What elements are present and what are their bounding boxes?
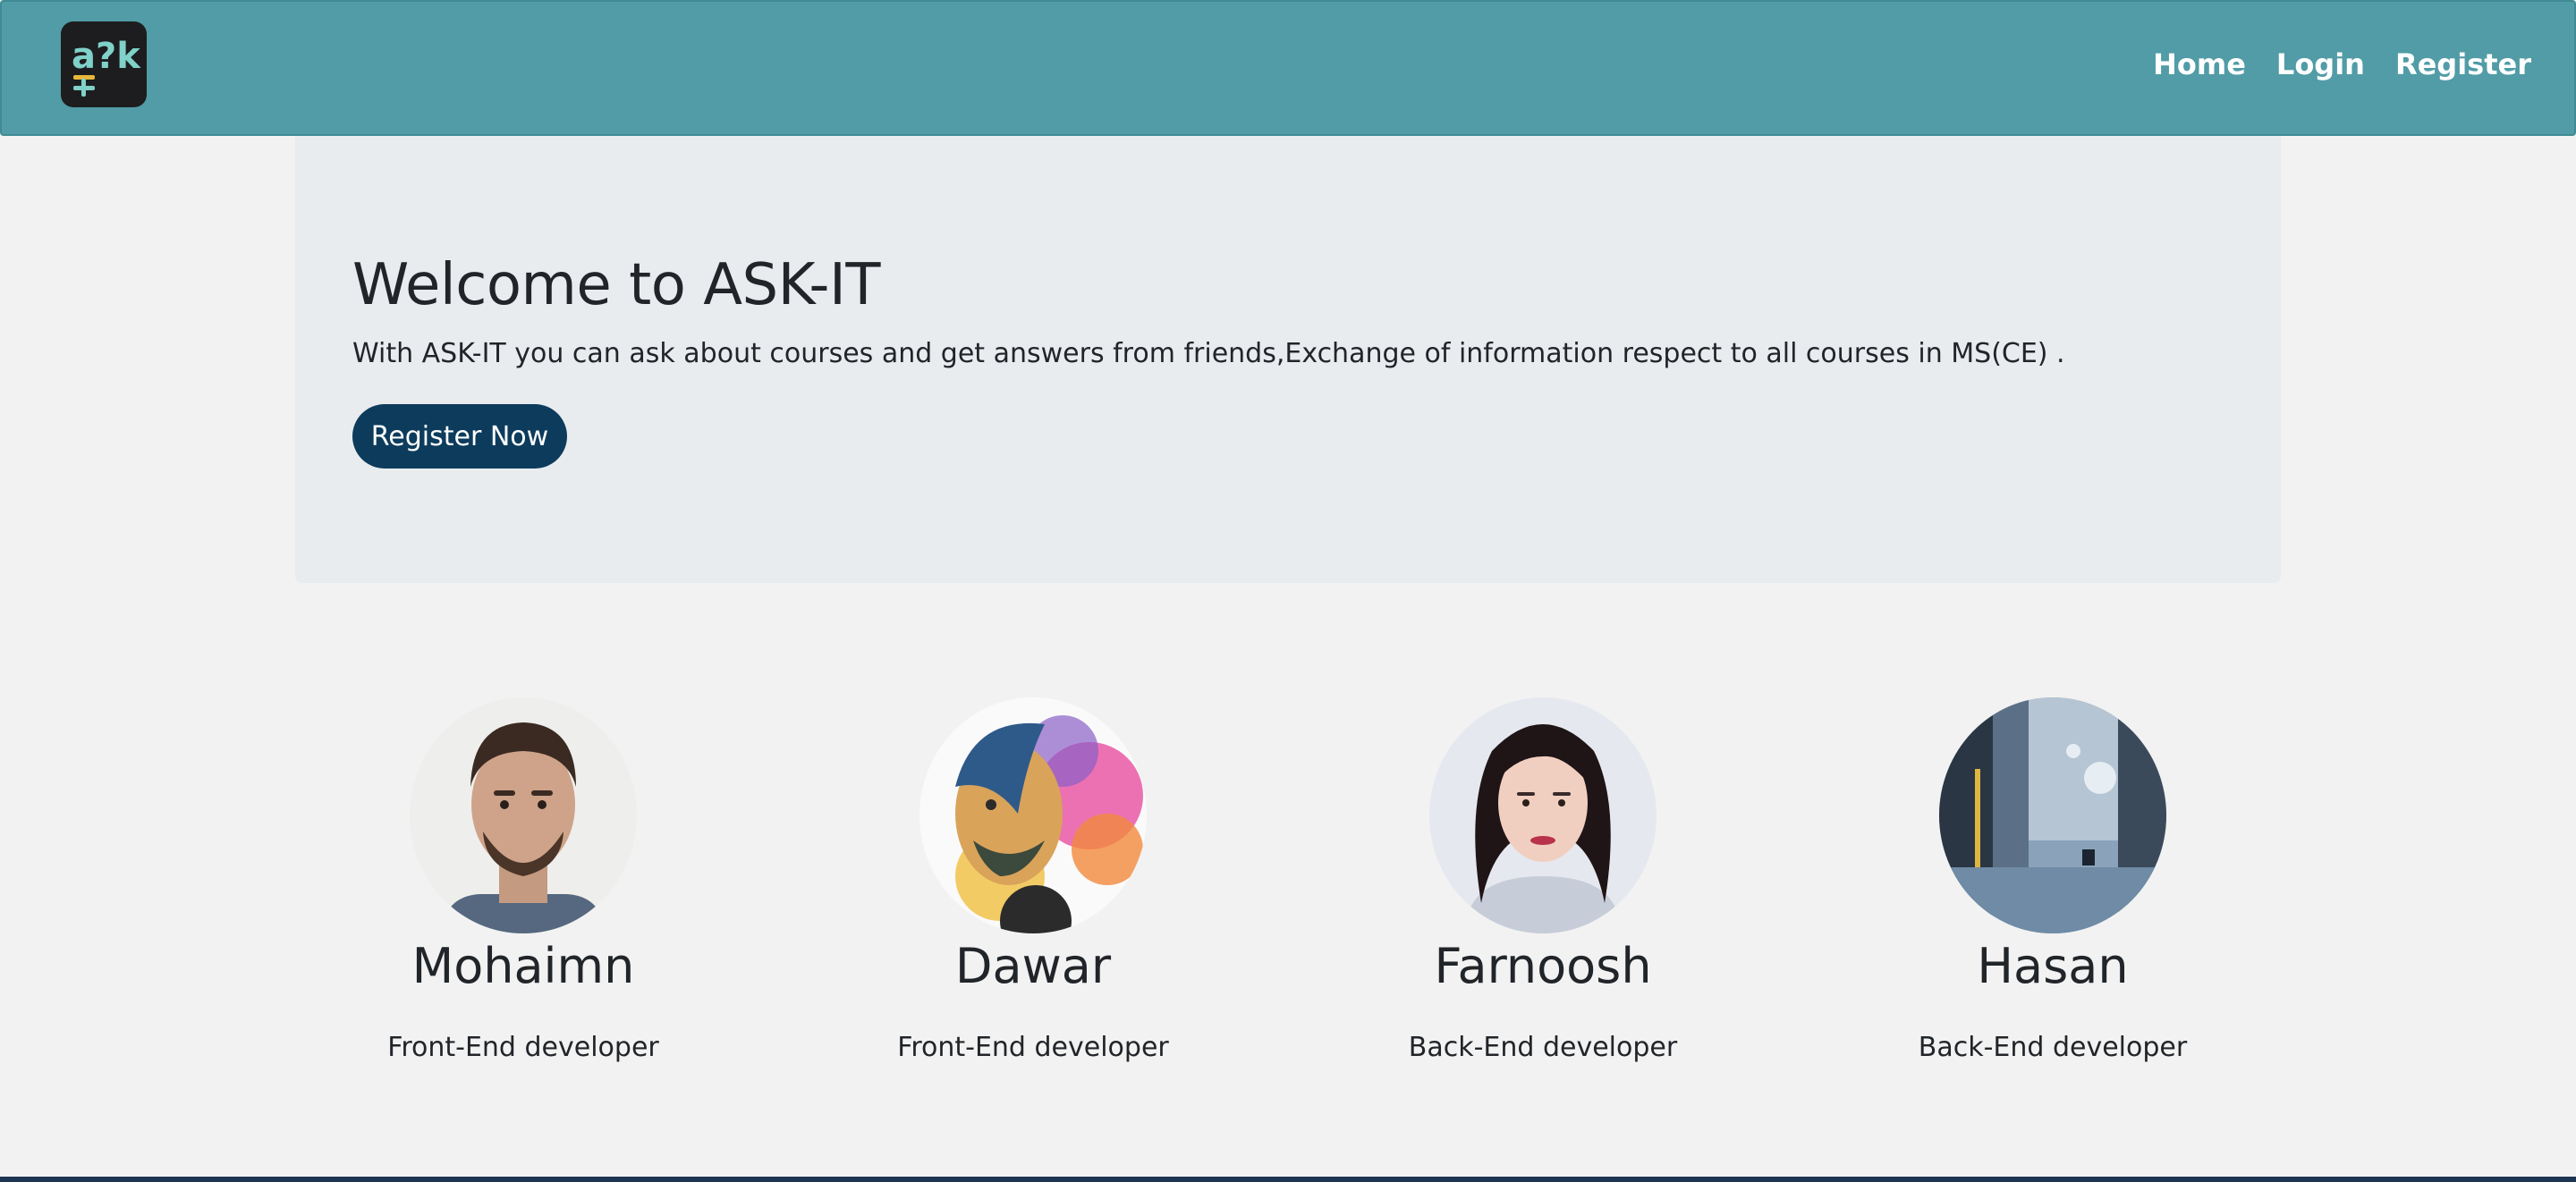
logo[interactable]: a?k — [61, 21, 147, 107]
team-member-role: Front-End developer — [387, 1032, 659, 1063]
nav-home-link[interactable]: Home — [2153, 47, 2246, 81]
navbar: a?k Home Login Register — [0, 0, 2576, 136]
nav-links: Home Login Register — [2153, 2, 2531, 127]
ask-logo-icon: a?k — [72, 36, 141, 97]
avatar — [1429, 697, 1657, 933]
team-member-role: Back-End developer — [1918, 1032, 2188, 1063]
register-now-button[interactable]: Register Now — [352, 404, 567, 469]
hero-title: Welcome to ASK-IT — [352, 252, 880, 318]
team-member-card: Dawar Front-End developer — [845, 697, 1221, 1063]
team-member-card: Mohaimn Front-End developer — [335, 697, 711, 1063]
team-member-name: Farnoosh — [1434, 938, 1652, 994]
bottom-divider — [0, 1177, 2576, 1182]
team-member-role: Front-End developer — [897, 1032, 1169, 1063]
avatar — [1939, 697, 2166, 933]
team-member-card: Farnoosh Back-End developer — [1355, 697, 1731, 1063]
nav-register-link[interactable]: Register — [2395, 47, 2531, 81]
team-member-name: Mohaimn — [411, 938, 635, 994]
avatar — [919, 697, 1147, 933]
team-member-name: Hasan — [1977, 938, 2129, 994]
avatar — [410, 697, 637, 933]
team-member-role: Back-End developer — [1408, 1032, 1678, 1063]
logo-text: a?k — [72, 36, 141, 77]
team-member-name: Dawar — [954, 938, 1112, 994]
hero-description: With ASK-IT you can ask about courses an… — [352, 338, 2065, 369]
nav-login-link[interactable]: Login — [2276, 47, 2365, 81]
team-member-card: Hasan Back-End developer — [1865, 697, 2241, 1063]
hero-jumbotron: Welcome to ASK-IT With ASK-IT you can as… — [295, 136, 2281, 583]
